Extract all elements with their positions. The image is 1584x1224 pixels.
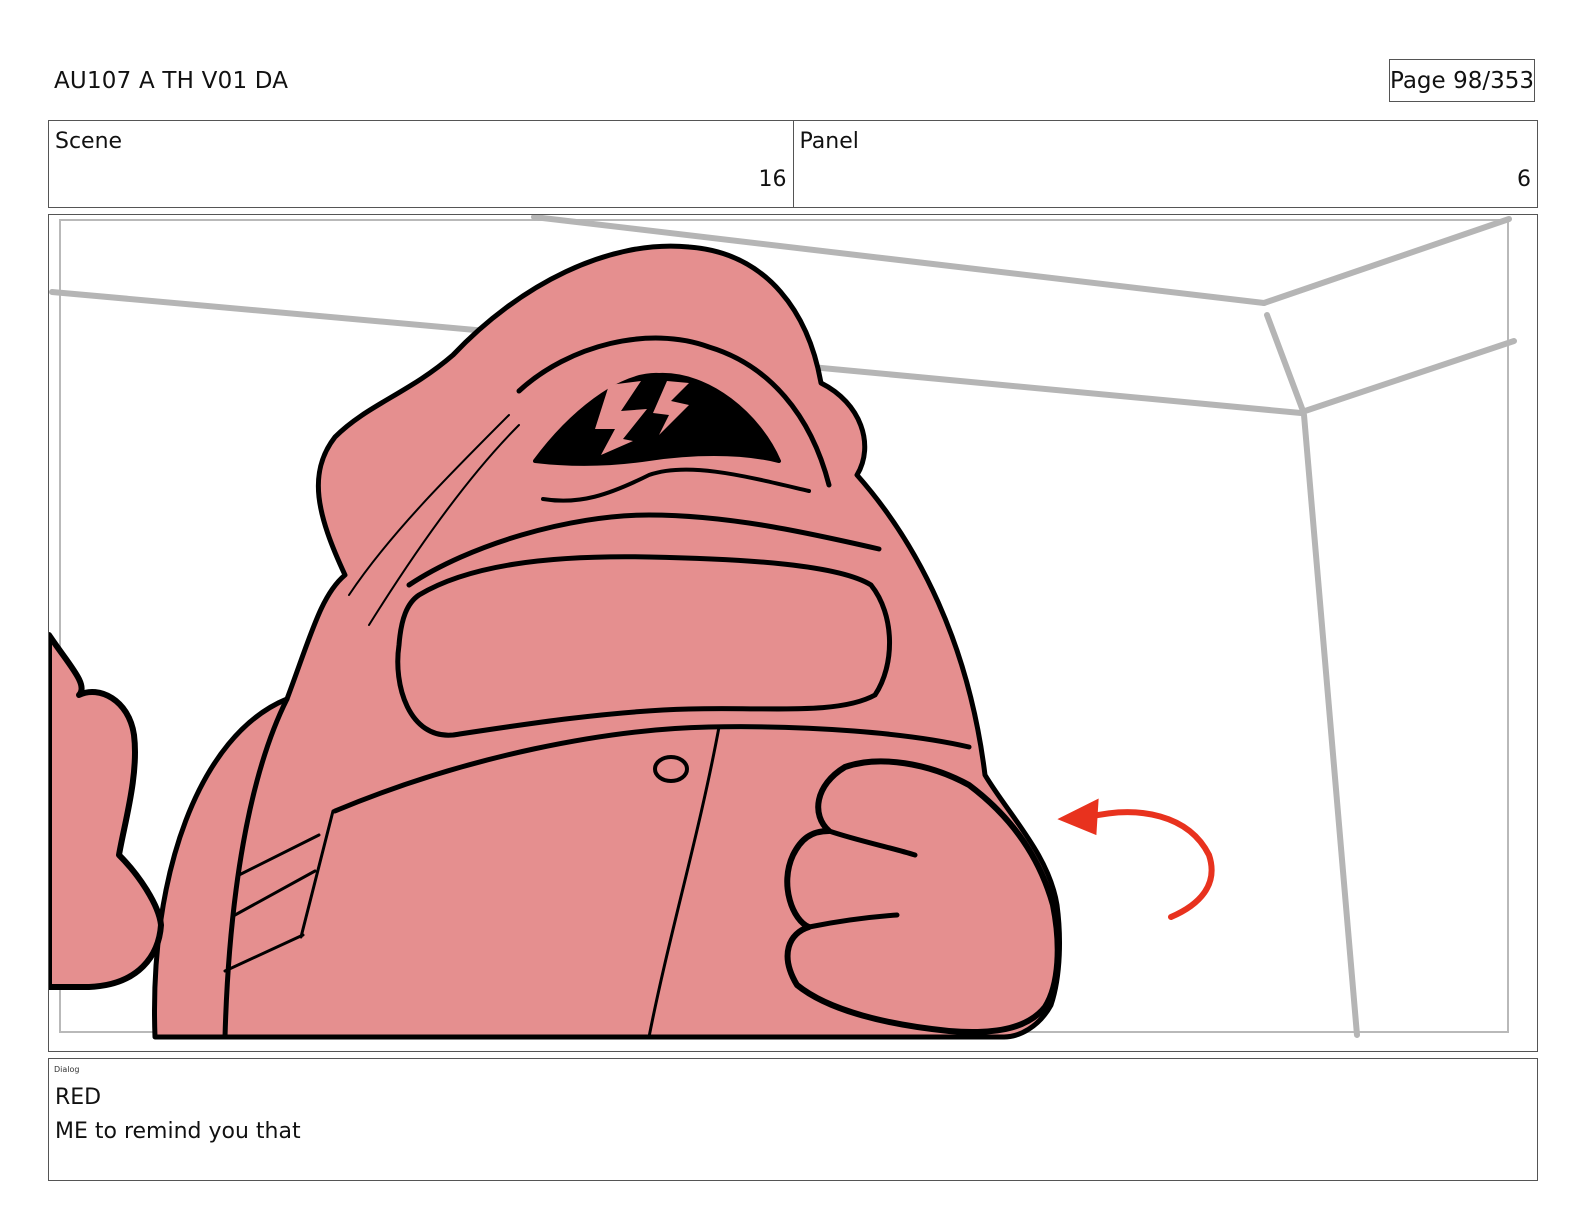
wall-top-line xyxy=(808,364,1304,416)
dialog-label: Dialog xyxy=(54,1065,80,1074)
panel-number: 6 xyxy=(1517,167,1531,192)
ceiling-line-corner xyxy=(1261,216,1512,306)
storyboard-frame xyxy=(48,214,1538,1052)
dialog-speaker: RED xyxy=(55,1085,102,1110)
panel-label: Panel xyxy=(799,129,859,154)
document-title: AU107 A TH V01 DA xyxy=(54,68,289,94)
dialog-text: ME to remind you that xyxy=(55,1119,301,1144)
direction-arrow xyxy=(1057,798,1215,920)
scene-cell: Scene 16 xyxy=(49,121,793,207)
storyboard-drawing xyxy=(49,215,1517,1040)
dialog-box: Dialog RED ME to remind you that xyxy=(48,1058,1538,1181)
arrow-curve xyxy=(1086,809,1215,920)
left-hand xyxy=(49,632,164,990)
arrow-head xyxy=(1057,798,1099,836)
panel-cell: Panel 6 xyxy=(792,121,1538,207)
scene-panel-row: Scene 16 Panel 6 xyxy=(48,120,1538,208)
right-hand xyxy=(784,758,1061,1035)
wall-top-line-left xyxy=(49,289,512,336)
page-label: Page xyxy=(1390,67,1446,94)
belly-pouch xyxy=(395,554,892,738)
page-indicator: Page 98/353 xyxy=(1389,59,1535,102)
character-figure xyxy=(49,243,1062,1040)
ceiling-line-right xyxy=(1302,338,1517,414)
corner-vertical-top xyxy=(1264,312,1306,414)
scene-label: Scene xyxy=(55,129,123,154)
scene-number: 16 xyxy=(758,167,787,192)
wall-corner-line xyxy=(1301,412,1360,1038)
page-number: 98/353 xyxy=(1453,67,1534,94)
